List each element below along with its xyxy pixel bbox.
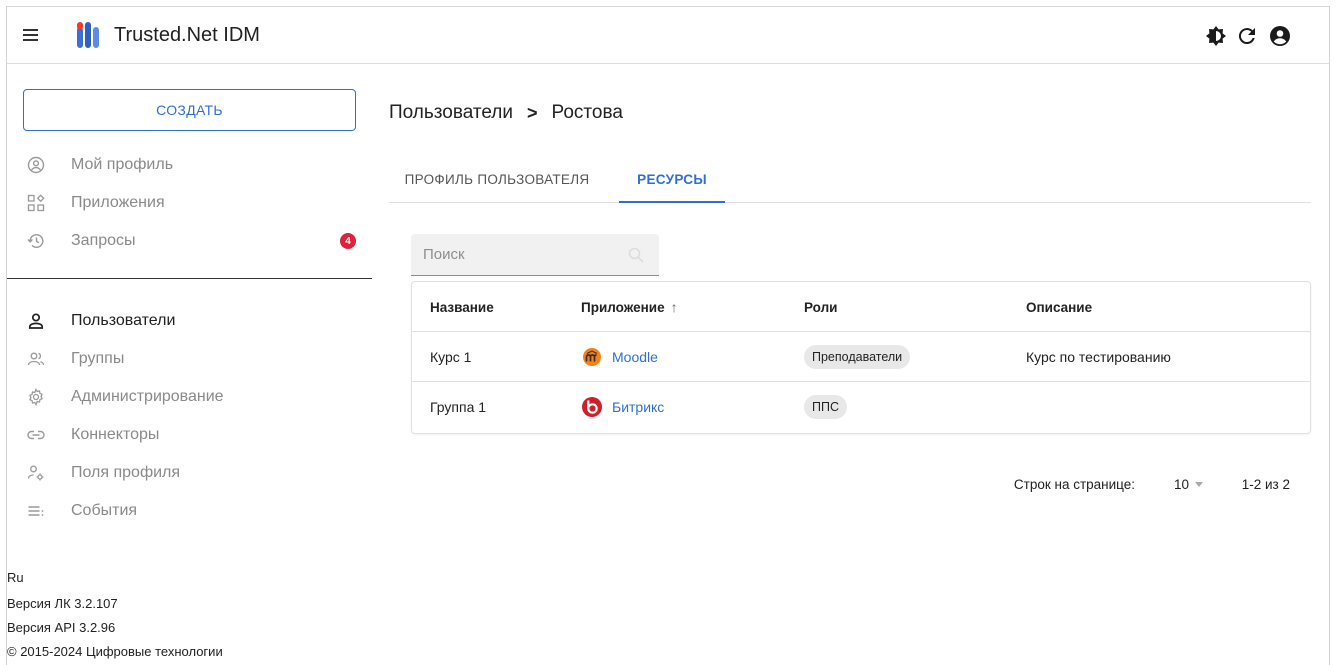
breadcrumb-separator: >: [527, 102, 538, 123]
sidebar-item-profile-fields[interactable]: Поля профиля: [7, 456, 372, 490]
sidebar-item-connectors[interactable]: Коннекторы: [7, 418, 372, 452]
tab-resources[interactable]: РЕСУРСЫ: [619, 157, 725, 202]
cell-role: Преподаватели: [804, 332, 911, 382]
chevron-down-icon: [1195, 482, 1204, 487]
app-name: Битрикс: [612, 399, 665, 415]
sidebar: СОЗДАТЬ Мой профиль Приложения Запросы 4…: [7, 64, 372, 665]
breadcrumb-parent[interactable]: Пользователи: [389, 102, 513, 124]
events-list-icon: [28, 506, 44, 516]
app-link-bitrix[interactable]: Битрикс: [581, 396, 664, 418]
user-icon: [28, 313, 44, 329]
sidebar-item-administration[interactable]: Администрирование: [7, 380, 372, 414]
apps-icon: [27, 194, 45, 212]
refresh-icon[interactable]: [1235, 24, 1259, 48]
sidebar-item-label: Поля профиля: [71, 464, 181, 481]
sidebar-item-apps[interactable]: Приложения: [7, 186, 372, 220]
sidebar-item-label: Группы: [71, 350, 125, 367]
column-header-description[interactable]: Описание: [1026, 282, 1092, 332]
app-window: Trusted.Net IDM СОЗДАТЬ Мой профиль Прил…: [6, 6, 1330, 665]
create-button[interactable]: СОЗДАТЬ: [23, 89, 356, 131]
bitrix-icon: [582, 397, 602, 417]
group-icon: [27, 352, 45, 366]
tab-bar: ПРОФИЛЬ ПОЛЬЗОВАТЕЛЯ РЕСУРСЫ: [389, 157, 1311, 203]
pagination: Строк на странице: 10 1-2 из 2: [372, 470, 1312, 500]
role-chip: Преподаватели: [804, 345, 911, 369]
history-icon: [27, 234, 44, 248]
cell-app: Moodle: [581, 332, 658, 382]
sidebar-item-requests[interactable]: Запросы 4: [7, 224, 372, 258]
sidebar-item-users[interactable]: Пользователи: [7, 304, 372, 338]
version-api: Версия API 3.2.96: [7, 620, 116, 635]
sidebar-item-label: Запросы: [71, 232, 136, 249]
user-settings-icon: [27, 465, 44, 481]
search-field[interactable]: [411, 234, 659, 276]
app-name: Moodle: [612, 349, 658, 365]
column-header-label: Приложение: [581, 299, 665, 315]
app-link-moodle[interactable]: Moodle: [581, 346, 658, 368]
breadcrumb-current: Ростова: [551, 102, 623, 123]
sidebar-item-label: События: [71, 502, 138, 519]
column-header-name[interactable]: Название: [430, 282, 494, 332]
sort-arrow-icon[interactable]: ↑: [671, 299, 678, 315]
search-input[interactable]: [411, 234, 659, 275]
cell-description: Курс по тестированию: [1026, 349, 1171, 365]
notification-badge: 4: [340, 233, 356, 249]
language-selector[interactable]: Ru: [7, 570, 24, 585]
tab-user-profile[interactable]: ПРОФИЛЬ ПОЛЬЗОВАТЕЛЯ: [389, 157, 605, 202]
role-chip: ППС: [804, 395, 847, 419]
cell-name: Группа 1: [430, 399, 487, 415]
table-row[interactable]: Курс 1 Moodle Преподаватели Курс по тест…: [412, 332, 1310, 382]
pagination-range: 1-2 из 2: [1241, 477, 1290, 492]
column-header-app[interactable]: Приложение ↑: [581, 282, 678, 332]
menu-icon[interactable]: [21, 25, 43, 45]
theme-toggle-icon[interactable]: [1204, 24, 1228, 48]
app-header: Trusted.Net IDM: [7, 7, 1329, 64]
sidebar-item-label: Мой профиль: [71, 156, 174, 173]
rows-per-page-value: 10: [1174, 477, 1190, 492]
active-tab-indicator: [619, 201, 725, 203]
app-title: Trusted.Net IDM: [114, 24, 260, 46]
table-row[interactable]: Группа 1 Битрикс ППС: [412, 382, 1310, 432]
sidebar-divider: [7, 278, 372, 279]
breadcrumb: Пользователи > Ростова: [389, 102, 623, 124]
cell-name: Курс 1: [430, 349, 472, 365]
sidebar-item-groups[interactable]: Группы: [7, 342, 372, 376]
cell-role: ППС: [804, 382, 847, 432]
link-icon: [27, 430, 45, 440]
sidebar-item-label: Администрирование: [71, 388, 224, 405]
sidebar-item-label: Приложения: [71, 194, 165, 211]
main-content: Пользователи > Ростова ПРОФИЛЬ ПОЛЬЗОВАТ…: [372, 64, 1330, 665]
rows-per-page-label: Строк на странице:: [1013, 477, 1135, 492]
moodle-icon: [583, 348, 601, 366]
profile-circle-icon: [27, 156, 45, 174]
sidebar-item-my-profile[interactable]: Мой профиль: [7, 148, 372, 182]
table-header: Название Приложение ↑ Роли Описание: [412, 282, 1310, 332]
search-icon[interactable]: [627, 246, 645, 264]
sidebar-item-events[interactable]: События: [7, 494, 372, 528]
cell-app: Битрикс: [581, 382, 664, 432]
version-lk: Версия ЛК 3.2.107: [7, 596, 118, 611]
settings-gear-icon: [29, 388, 43, 406]
resources-table: Название Приложение ↑ Роли Описание Курс…: [411, 281, 1311, 434]
rows-per-page-select[interactable]: 10: [1174, 477, 1204, 492]
account-icon[interactable]: [1268, 24, 1292, 48]
sidebar-item-label: Коннекторы: [71, 426, 160, 443]
sidebar-item-label: Пользователи: [71, 312, 176, 329]
copyright: © 2015-2024 Цифровые технологии: [7, 644, 223, 659]
column-header-roles[interactable]: Роли: [804, 282, 837, 332]
logo-icon: [77, 22, 99, 48]
